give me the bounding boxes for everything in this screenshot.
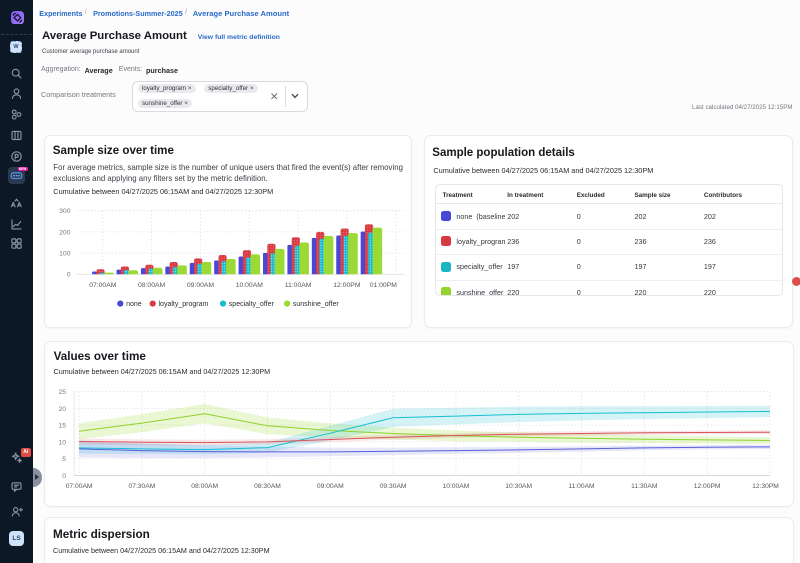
svg-text:09:30AM: 09:30AM — [379, 483, 406, 490]
svg-text:5: 5 — [62, 456, 66, 463]
svg-text:09:00AM: 09:00AM — [186, 282, 214, 289]
svg-text:0: 0 — [66, 272, 70, 279]
svg-text:sunshine_offer: sunshine_offer — [293, 301, 339, 308]
svg-text:15: 15 — [58, 423, 66, 430]
svg-text:25: 25 — [58, 389, 66, 396]
svg-text:08:30AM: 08:30AM — [254, 483, 281, 490]
svg-text:07:30AM: 07:30AM — [128, 483, 155, 490]
svg-text:loyalty_program: loyalty_program — [159, 301, 209, 308]
svg-text:10:30AM: 10:30AM — [505, 483, 532, 490]
svg-text:100: 100 — [59, 251, 71, 258]
svg-text:08:00AM: 08:00AM — [191, 483, 218, 490]
svg-text:specialty_offer: specialty_offer — [229, 301, 275, 308]
svg-text:11:00AM: 11:00AM — [284, 282, 311, 289]
svg-text:01:00PM: 01:00PM — [369, 282, 397, 289]
svg-text:12:00PM: 12:00PM — [333, 282, 361, 289]
svg-text:11:30AM: 11:30AM — [631, 483, 658, 490]
svg-text:10: 10 — [58, 439, 66, 446]
svg-text:10:00AM: 10:00AM — [442, 483, 469, 490]
svg-text:200: 200 — [59, 229, 71, 236]
svg-text:12:30PM: 12:30PM — [752, 483, 779, 490]
svg-text:08:00AM: 08:00AM — [137, 282, 165, 289]
svg-text:20: 20 — [58, 406, 66, 413]
svg-text:10:00AM: 10:00AM — [235, 282, 263, 289]
svg-text:none: none — [126, 301, 142, 308]
svg-text:09:00AM: 09:00AM — [316, 483, 343, 490]
svg-text:07:00AM: 07:00AM — [65, 483, 92, 490]
svg-text:12:00PM: 12:00PM — [693, 483, 720, 490]
svg-text:0: 0 — [62, 473, 66, 480]
svg-text:11:00AM: 11:00AM — [568, 483, 595, 490]
svg-text:07:00AM: 07:00AM — [89, 282, 117, 289]
svg-text:300: 300 — [59, 208, 71, 215]
